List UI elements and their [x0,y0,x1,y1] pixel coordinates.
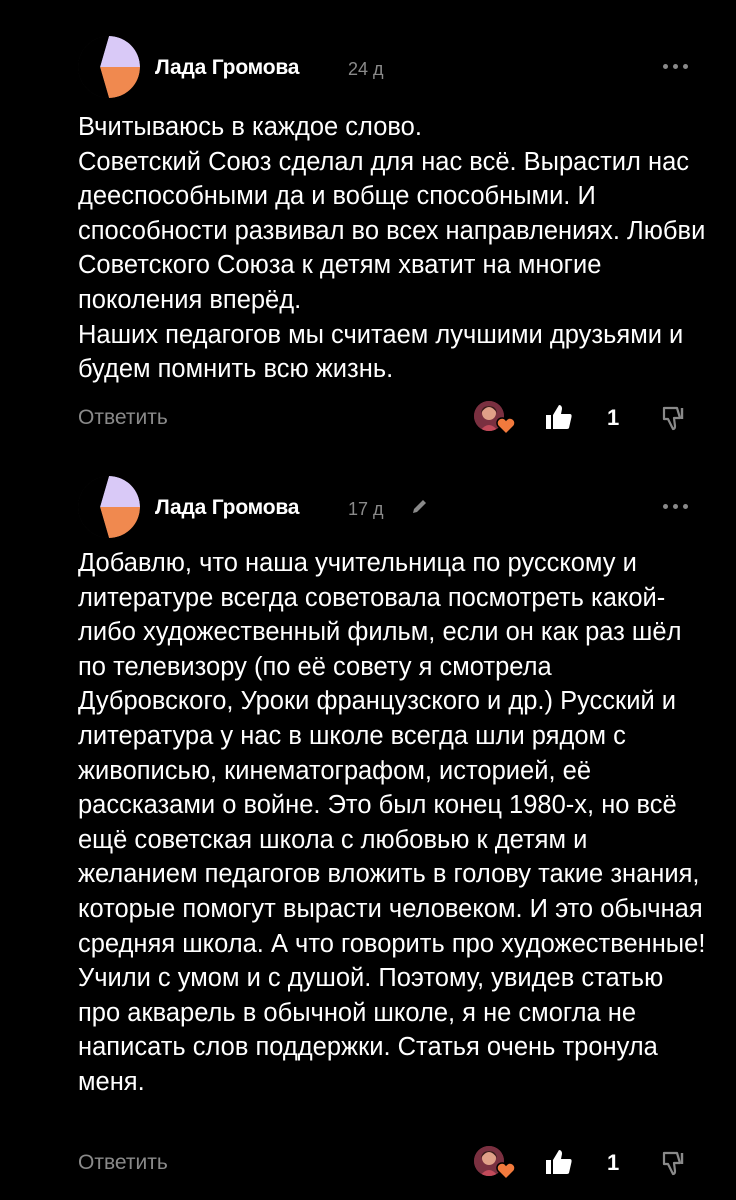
comment-actions: Ответить 1 [0,398,736,438]
like-icon[interactable] [544,1147,574,1177]
author-name[interactable]: Лада Громова [155,56,299,80]
edit-icon [413,500,426,513]
comment-text: Вчитываюсь в каждое слово. Советский Сою… [78,113,706,384]
more-icon[interactable] [663,64,689,70]
heart-icon [496,417,516,435]
more-icon[interactable] [663,504,689,510]
like-count: 1 [607,1150,620,1175]
reply-button[interactable]: Ответить [78,406,168,430]
avatar[interactable] [78,476,140,538]
comment-time: 17 д [348,499,384,519]
dislike-icon[interactable] [660,1149,688,1179]
reply-button[interactable]: Ответить [78,1151,168,1175]
avatar-logo-icon [78,36,140,98]
avatar[interactable] [78,36,140,98]
comment-time: 24 д [348,59,384,79]
comment-text: Добавлю, что наша учительница по русском… [78,549,706,1096]
heart-icon [496,1162,516,1180]
like-icon[interactable] [544,402,574,432]
avatar-logo-icon [78,476,140,538]
like-count: 1 [607,405,620,430]
author-name[interactable]: Лада Громова [155,496,299,520]
dislike-icon[interactable] [660,404,688,434]
comment-actions: Ответить 1 [0,1143,736,1183]
